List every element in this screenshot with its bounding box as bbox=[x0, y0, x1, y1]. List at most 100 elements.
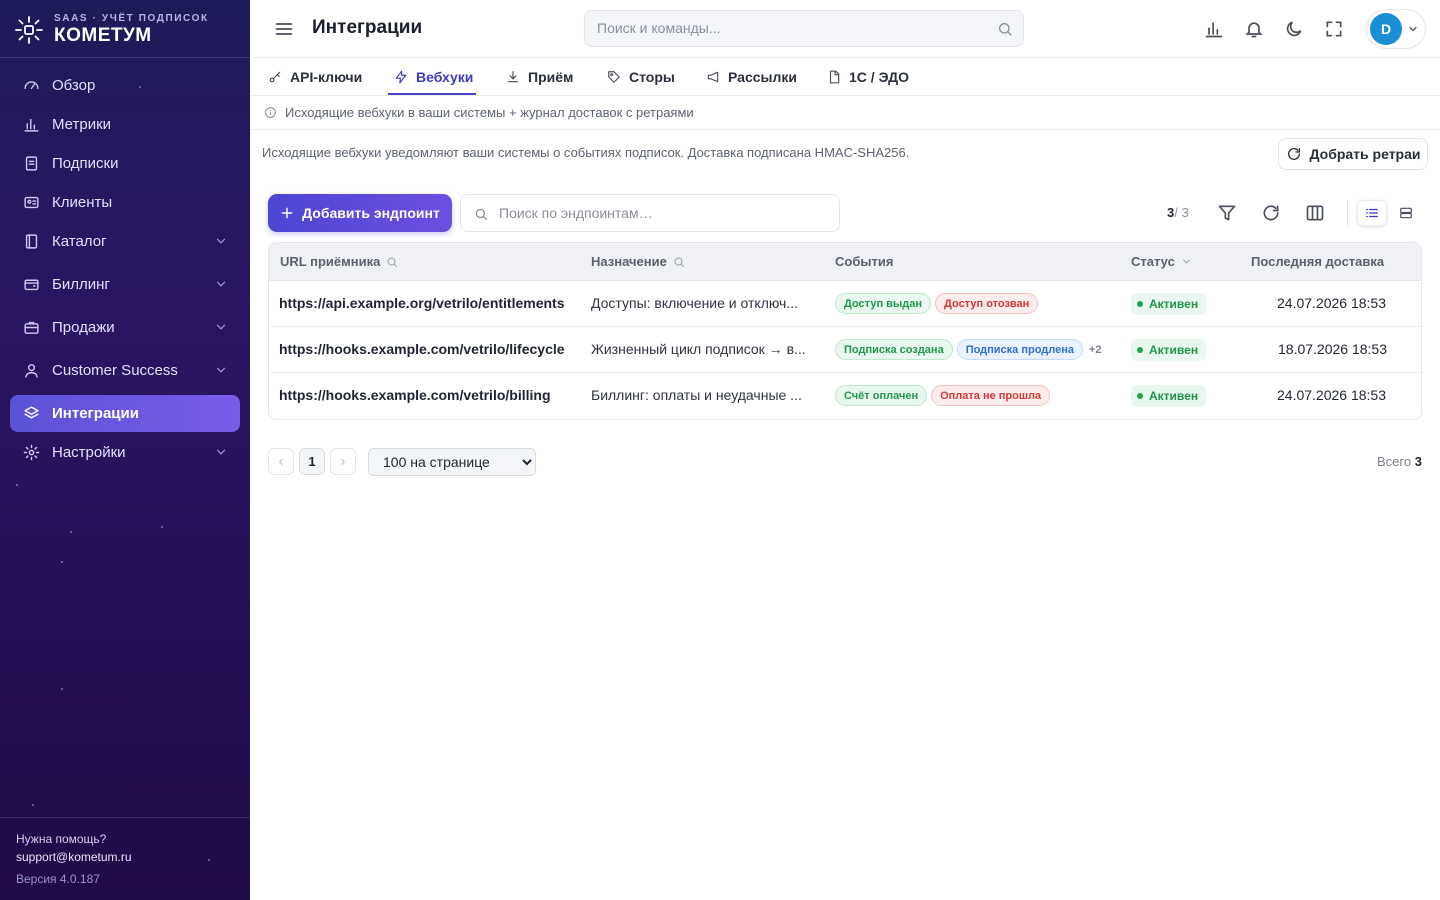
chevron-down-icon bbox=[216, 238, 226, 244]
event-chips: Доступ выдан Доступ отозван bbox=[835, 293, 1039, 314]
column-last-delivery[interactable]: Последняя доставка bbox=[1251, 254, 1384, 269]
layers-icon bbox=[22, 405, 40, 423]
chevron-left-icon bbox=[279, 458, 283, 465]
tab-intake[interactable]: Приём bbox=[506, 58, 573, 96]
add-endpoint-button[interactable]: Добавить эндпоинт bbox=[268, 194, 452, 232]
column-label: URL приёмника bbox=[280, 254, 381, 269]
info-icon bbox=[265, 107, 276, 118]
key-icon bbox=[269, 71, 281, 83]
sidebar: SAAS · УЧЁТ ПОДПИСОК КОМЕТУМ Обзор Метри… bbox=[0, 0, 250, 900]
status-badge: Активен bbox=[1131, 339, 1207, 361]
sidebar-item-overview[interactable]: Обзор bbox=[10, 67, 240, 104]
columns-icon[interactable] bbox=[1305, 203, 1325, 223]
total-count: Всего 3 bbox=[1377, 454, 1422, 469]
brand-name: КОМЕТУМ bbox=[54, 25, 152, 46]
fullscreen-icon[interactable] bbox=[1324, 19, 1344, 39]
tab-stores[interactable]: Сторы bbox=[607, 58, 675, 96]
event-chips: Подписка создана Подписка продлена +2 bbox=[835, 339, 1102, 360]
column-purpose[interactable]: Назначение bbox=[591, 254, 685, 269]
menu-icon[interactable] bbox=[274, 19, 294, 39]
tab-1c-edo[interactable]: 1С / ЭДО bbox=[827, 58, 909, 96]
event-chip: Счёт оплачен bbox=[835, 385, 928, 406]
endpoint-purpose: Доступы: включение и отключ... bbox=[591, 295, 799, 311]
sidebar-item-settings[interactable]: Настройки bbox=[10, 434, 240, 471]
divider bbox=[1347, 200, 1348, 226]
tab-api-keys[interactable]: API-ключи bbox=[268, 58, 362, 96]
list-icon bbox=[1366, 208, 1378, 218]
sidebar-item-sales[interactable]: Продажи bbox=[10, 309, 240, 346]
status-badge: Активен bbox=[1131, 293, 1207, 315]
column-status[interactable]: Статус bbox=[1131, 254, 1192, 269]
help-label: Нужна помощь? bbox=[16, 832, 107, 846]
sidebar-item-integrations[interactable]: Интеграции bbox=[10, 395, 240, 432]
sidebar-item-clients[interactable]: Клиенты bbox=[10, 184, 240, 221]
event-chip: Доступ выдан bbox=[835, 293, 932, 314]
endpoint-search-input[interactable] bbox=[499, 205, 819, 221]
endpoint-purpose: Жизненный цикл подписок → в... bbox=[591, 341, 806, 357]
tab-webhooks[interactable]: Вебхуки bbox=[394, 58, 473, 96]
table-row[interactable]: https://api.example.org/vetrilo/entitlem… bbox=[269, 281, 1421, 327]
chevron-down-icon[interactable] bbox=[1181, 256, 1192, 267]
tab-label: Рассылки bbox=[728, 69, 797, 85]
sidebar-item-customer-success[interactable]: Customer Success bbox=[10, 352, 240, 389]
bell-icon[interactable] bbox=[1244, 19, 1264, 39]
sidebar-item-catalog[interactable]: Каталог bbox=[10, 223, 240, 260]
sidebar-item-label: Интеграции bbox=[52, 405, 139, 422]
table-row[interactable]: https://hooks.example.com/vetrilo/lifecy… bbox=[269, 327, 1421, 373]
card-view-button[interactable] bbox=[1391, 200, 1421, 226]
sidebar-item-label: Подписки bbox=[52, 155, 119, 172]
per-page-select[interactable]: 100 на странице bbox=[368, 448, 536, 476]
more-events-count[interactable]: +2 bbox=[1089, 344, 1102, 356]
book-icon bbox=[22, 233, 40, 251]
retry-button[interactable]: Добрать ретраи bbox=[1278, 138, 1428, 170]
total-value: 3 bbox=[1414, 454, 1422, 469]
filter-icon[interactable] bbox=[1217, 203, 1237, 223]
bar-chart-icon bbox=[22, 116, 40, 134]
endpoint-url[interactable]: https://api.example.org/vetrilo/entitlem… bbox=[279, 295, 565, 311]
total-label: Всего bbox=[1377, 454, 1412, 469]
page-button[interactable]: 1 bbox=[299, 448, 325, 475]
avatar: D bbox=[1370, 13, 1402, 45]
last-delivery: 18.07.2026 18:53 bbox=[1278, 341, 1387, 357]
last-delivery: 24.07.2026 18:53 bbox=[1277, 295, 1386, 311]
status-dot bbox=[1137, 301, 1143, 307]
prev-page-button[interactable] bbox=[268, 448, 294, 475]
next-page-button[interactable] bbox=[330, 448, 356, 475]
tab-mailings[interactable]: Рассылки bbox=[706, 58, 797, 96]
search-icon[interactable] bbox=[386, 256, 398, 268]
tab-label: Приём bbox=[528, 69, 574, 85]
id-card-icon bbox=[22, 194, 40, 212]
list-view-button[interactable] bbox=[1357, 200, 1387, 226]
sidebar-item-billing[interactable]: Биллинг bbox=[10, 266, 240, 303]
version-label: Версия 4.0.187 bbox=[16, 872, 100, 886]
support-email-link[interactable]: support@kometum.ru bbox=[16, 848, 132, 866]
status-dot bbox=[1137, 347, 1143, 353]
tag-icon bbox=[608, 71, 620, 83]
chevron-down-icon bbox=[216, 449, 226, 455]
refresh-icon bbox=[1287, 147, 1300, 160]
brand-subtitle: SAAS · УЧЁТ ПОДПИСОК bbox=[54, 13, 209, 24]
divider bbox=[0, 817, 250, 818]
table-row[interactable]: https://hooks.example.com/vetrilo/billin… bbox=[269, 373, 1421, 419]
info-text: Исходящие вебхуки в ваши системы + журна… bbox=[285, 105, 694, 120]
endpoint-url[interactable]: https://hooks.example.com/vetrilo/billin… bbox=[279, 387, 551, 403]
search-input[interactable] bbox=[597, 20, 977, 36]
user-menu[interactable]: D bbox=[1366, 9, 1426, 49]
bar-chart-icon[interactable] bbox=[1204, 19, 1224, 39]
status-badge: Активен bbox=[1131, 385, 1207, 407]
column-label: Последняя доставка bbox=[1251, 254, 1385, 269]
integration-tabs: API-ключи Вебхуки Приём Сторы Рассылки 1… bbox=[250, 58, 1440, 96]
top-header: Интеграции D bbox=[250, 0, 1440, 58]
sidebar-item-metrics[interactable]: Метрики bbox=[10, 106, 240, 143]
endpoint-url[interactable]: https://hooks.example.com/vetrilo/lifecy… bbox=[279, 341, 565, 357]
moon-icon[interactable] bbox=[1284, 19, 1304, 39]
refresh-icon[interactable] bbox=[1261, 203, 1281, 223]
search-icon[interactable] bbox=[673, 256, 685, 268]
column-url[interactable]: URL приёмника bbox=[280, 254, 398, 269]
sidebar-item-label: Метрики bbox=[52, 116, 112, 133]
gear-icon bbox=[22, 444, 40, 462]
sidebar-item-subscriptions[interactable]: Подписки bbox=[10, 145, 240, 182]
brand[interactable]: SAAS · УЧЁТ ПОДПИСОК КОМЕТУМ bbox=[12, 10, 209, 50]
search-icon bbox=[475, 208, 487, 220]
add-endpoint-label: Добавить эндпоинт bbox=[302, 205, 440, 221]
